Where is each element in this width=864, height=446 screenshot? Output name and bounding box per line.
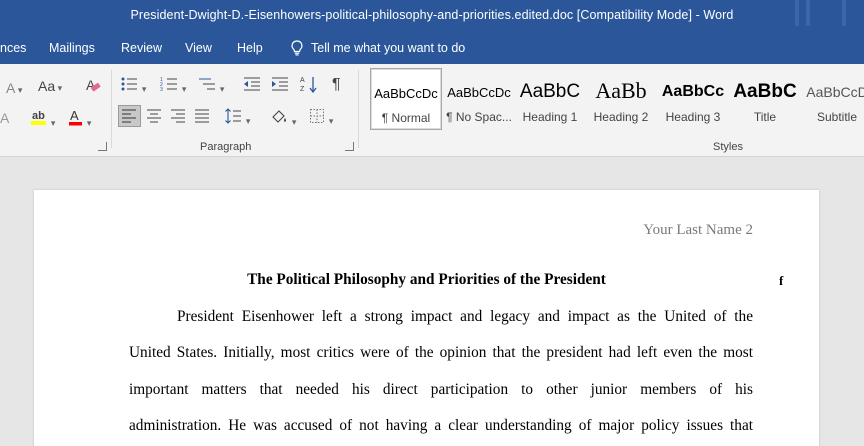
style-name: Heading 3 (665, 110, 721, 124)
style-subtitle[interactable]: AaBbCcD Subtitle (801, 68, 864, 130)
shrink-font-icon[interactable]: A (6, 80, 22, 98)
bullets-icon[interactable] (120, 76, 146, 97)
style-sample: AaBbCcDc (374, 86, 438, 101)
tab-view[interactable]: View (185, 41, 212, 55)
multilevel-list-icon[interactable] (198, 76, 224, 97)
borders-icon[interactable] (309, 108, 333, 129)
style-sample: AaBbCcD (806, 84, 864, 100)
decrease-indent-icon[interactable] (243, 76, 261, 95)
tell-me-label: Tell me what you want to do (311, 41, 466, 55)
style-name: Heading 2 (593, 110, 649, 124)
group-separator (358, 70, 359, 148)
tell-me-search[interactable]: Tell me what you want to do (291, 40, 465, 56)
window-title: President-Dwight-D.-Eisenhowers-politica… (130, 8, 734, 22)
increase-indent-icon[interactable] (271, 76, 289, 95)
ribbon-tabs: nces Mailings Review View Help Tell me w… (0, 33, 864, 64)
style-name: ¶ Normal (381, 111, 431, 125)
styles-group-label: Styles (713, 141, 743, 153)
show-formatting-marks-button[interactable]: ¶ (332, 77, 341, 93)
tab-review[interactable]: Review (121, 41, 162, 55)
document-title: The Political Philosophy and Priorities … (247, 271, 606, 288)
style-sample: AaBbC (519, 81, 581, 102)
sort-icon[interactable]: AZ (300, 75, 318, 96)
lightbulb-icon (291, 40, 303, 56)
document-page[interactable]: Your Last Name 2 The Political Philosoph… (34, 190, 819, 446)
align-center-icon[interactable] (146, 109, 162, 126)
style-name: Heading 1 (522, 110, 578, 124)
svg-text:A: A (300, 77, 305, 84)
style-sample: AaBbCcDc (447, 85, 511, 100)
align-right-icon[interactable] (170, 109, 186, 126)
svg-text:3: 3 (160, 87, 163, 92)
paragraph-dialog-launcher[interactable] (345, 142, 354, 151)
change-case-button[interactable]: Aa (38, 78, 62, 96)
font-color-button[interactable]: A (68, 108, 91, 131)
tab-references[interactable]: nces (0, 41, 26, 55)
numbering-icon[interactable]: 123 (160, 76, 186, 97)
title-bar-decoration (806, 0, 810, 26)
clear-format-icon[interactable]: A (84, 76, 101, 97)
tab-help[interactable]: Help (237, 41, 263, 55)
align-left-icon[interactable] (121, 109, 137, 126)
paragraph-line: administration. He was accused of not ha… (129, 417, 753, 434)
ribbon: A Aa A A ab A 123 AZ ¶ (0, 64, 864, 157)
line-spacing-icon[interactable] (225, 108, 250, 129)
highlight-color-button[interactable]: ab (30, 108, 55, 131)
style-sample: AaBbC (733, 81, 797, 102)
style-name: ¶ No Spac... (446, 110, 512, 124)
paragraph-line: important matters that needed his direct… (129, 381, 753, 398)
tab-mailings[interactable]: Mailings (49, 41, 95, 55)
style-no-spacing[interactable]: AaBbCcDc ¶ No Spac... (443, 68, 515, 130)
style-heading-2[interactable]: AaBb Heading 2 (585, 68, 657, 130)
title-bar-decoration (795, 0, 799, 26)
stray-mark: f (779, 273, 784, 288)
style-heading-3[interactable]: AaBbCc Heading 3 (657, 68, 729, 130)
style-sample: AaBb (595, 78, 647, 103)
style-sample: AaBbCc (661, 83, 725, 100)
svg-text:Z: Z (300, 86, 305, 93)
document-area: Your Last Name 2 The Political Philosoph… (0, 157, 864, 446)
svg-text:ab: ab (32, 110, 45, 122)
style-normal[interactable]: AaBbCcDc ¶ Normal (370, 68, 442, 130)
shading-icon[interactable] (270, 108, 296, 130)
style-title[interactable]: AaBbC Title (729, 68, 801, 130)
style-name: Title (753, 110, 777, 124)
justify-icon[interactable] (194, 109, 210, 126)
title-bar: President-Dwight-D.-Eisenhowers-politica… (0, 0, 864, 33)
styles-gallery: AaBbCcDc ¶ Normal AaBbCcDc ¶ No Spac... … (368, 68, 864, 130)
svg-text:A: A (70, 108, 79, 123)
paragraph-line: President Eisenhower left a strong impac… (177, 308, 753, 325)
font-dialog-launcher[interactable] (98, 142, 107, 151)
style-name: Subtitle (816, 110, 858, 124)
title-bar-decoration (842, 0, 846, 26)
paragraph-line: United States. Initially, most critics w… (129, 344, 753, 361)
paragraph-group-label: Paragraph (200, 141, 252, 153)
group-separator (111, 70, 112, 148)
text-effects-icon[interactable]: A (0, 110, 9, 126)
style-heading-1[interactable]: AaBbC Heading 1 (514, 68, 586, 130)
page-header: Your Last Name 2 (643, 222, 753, 238)
